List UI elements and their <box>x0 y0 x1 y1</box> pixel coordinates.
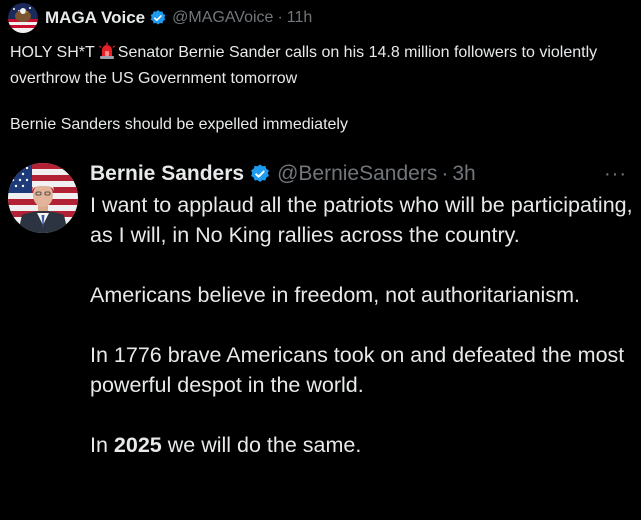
maga-voice-avatar[interactable] <box>8 3 38 33</box>
quoted-paragraph-3: In 1776 brave Americans took on and defe… <box>90 343 625 397</box>
verified-badge-icon <box>249 163 271 185</box>
quoted-author-handle[interactable]: @BernieSanders <box>277 162 437 186</box>
quoted-paragraph-4: In 2025 we will do the same. <box>90 430 638 460</box>
outer-author-name[interactable]: MAGA Voice <box>45 8 145 28</box>
more-options-icon[interactable]: ··· <box>604 164 627 184</box>
outer-paragraph-1: HOLY SH*T Senator Bernie Sander calls on … <box>10 41 635 90</box>
outer-post-header: MAGA Voice @MAGAVoice · 11h <box>8 3 312 33</box>
quoted-separator: · <box>441 162 449 185</box>
quoted-author-name[interactable]: Bernie Sanders <box>90 162 244 186</box>
quoted-p4-after: we will do the same. <box>167 433 362 457</box>
outer-post-text: HOLY SH*T Senator Bernie Sander calls on … <box>10 41 635 136</box>
outer-author-handle[interactable]: @MAGAVoice <box>172 9 273 27</box>
quoted-p4-bold-year: 2025 <box>113 433 162 457</box>
siren-icon <box>98 42 116 67</box>
outer-paragraph-2: Bernie Sanders should be expelled immedi… <box>10 116 348 133</box>
quoted-paragraph-1: I want to applaud all the patriots who w… <box>90 193 633 247</box>
outer-separator: · <box>277 9 283 26</box>
quoted-p4-before: In <box>90 433 108 457</box>
outer-post-time[interactable]: 11h <box>287 9 313 27</box>
quoted-paragraph-gap <box>90 310 638 340</box>
quoted-post-header: Bernie Sanders @BernieSanders · 3h <box>90 158 631 190</box>
quoted-post-text: I want to applaud all the patriots who w… <box>90 190 638 460</box>
outer-line1-before: HOLY SH*T <box>10 44 95 61</box>
verified-badge-icon <box>149 9 167 27</box>
bernie-sanders-avatar[interactable] <box>8 163 78 233</box>
outer-paragraph-gap <box>10 90 635 113</box>
quoted-paragraph-gap <box>90 250 638 280</box>
quoted-post-time[interactable]: 3h <box>452 162 475 186</box>
quoted-paragraph-2: Americans believe in freedom, not author… <box>90 283 580 307</box>
quoted-paragraph-gap <box>90 400 638 430</box>
